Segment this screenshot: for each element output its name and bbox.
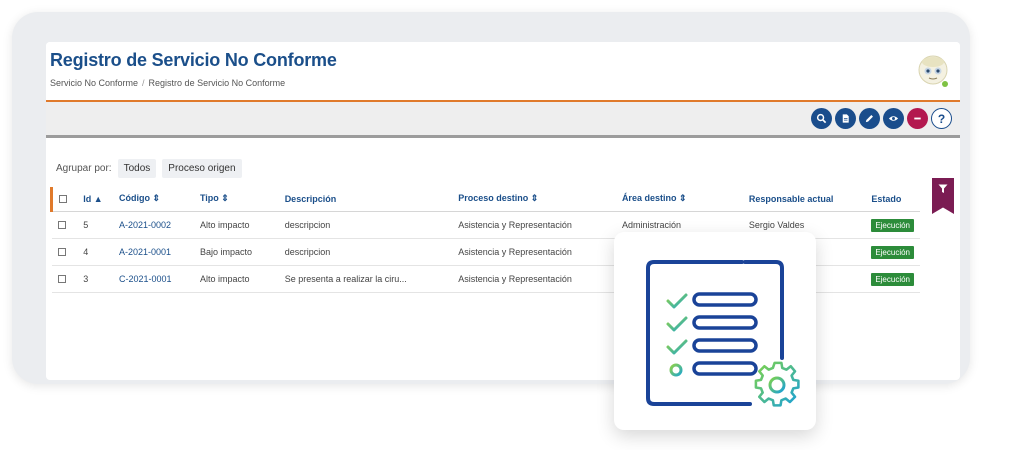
row-checkbox-cell[interactable]	[51, 211, 78, 239]
breadcrumb-link-servicio[interactable]: Servicio No Conforme	[50, 78, 138, 88]
cell-codigo[interactable]: A-2021-0001	[112, 238, 194, 266]
cell-codigo[interactable]: A-2021-0002	[112, 211, 194, 239]
remove-button[interactable]	[907, 108, 928, 129]
cell-proceso: Asistencia y Representación	[452, 265, 616, 293]
checklist-gear-icon	[646, 260, 800, 407]
page-title: Registro de Servicio No Conforme	[50, 50, 337, 70]
col-tipo[interactable]: Tipo ⇕	[193, 187, 279, 212]
page-header: Registro de Servicio No Conforme Servici…	[46, 42, 960, 102]
col-descripcion: Descripción	[278, 187, 453, 212]
row-checkbox[interactable]	[57, 248, 66, 257]
group-by-todos[interactable]: Todos	[117, 159, 157, 178]
select-all-checkbox[interactable]	[59, 195, 67, 204]
col-area-destino[interactable]: Área destino ⇕	[615, 187, 743, 212]
select-all-header[interactable]	[50, 187, 78, 212]
remove-icon	[914, 117, 921, 120]
cell-estado: Ejecución	[865, 211, 920, 239]
document-button[interactable]	[835, 108, 856, 129]
table-header-row: Id ▲ Código ⇕ Tipo ⇕ Descripción Proceso…	[50, 187, 920, 212]
filter-icon	[938, 184, 948, 193]
cell-descripcion: Se presenta a realizar la ciru...	[278, 265, 453, 293]
status-badge: Ejecución	[871, 218, 914, 232]
row-checkbox[interactable]	[57, 221, 66, 230]
group-by-bar: Agrupar por: Todos Proceso origen	[56, 159, 242, 178]
cell-codigo[interactable]: C-2021-0001	[112, 265, 194, 293]
cell-id: 4	[77, 238, 113, 266]
breadcrumb-separator: /	[142, 78, 145, 88]
cell-descripcion: descripcion	[278, 238, 453, 266]
breadcrumb: Servicio No Conforme / Registro de Servici…	[50, 78, 285, 88]
col-estado: Estado	[865, 187, 920, 212]
edit-icon	[865, 115, 873, 123]
toolbar: ?	[46, 102, 960, 138]
col-responsable: Responsable actual	[742, 187, 866, 212]
group-by-proceso-origen[interactable]: Proceso origen	[162, 159, 242, 178]
row-checkbox-cell[interactable]	[51, 238, 78, 266]
cell-id: 3	[77, 265, 113, 293]
view-icon	[888, 116, 899, 121]
cell-tipo: Alto impacto	[193, 265, 279, 293]
cell-proceso: Asistencia y Representación	[452, 211, 616, 239]
status-badge: Ejecución	[871, 272, 914, 286]
search-icon	[816, 113, 827, 124]
cell-descripcion: descripcion	[278, 211, 453, 239]
cell-tipo: Bajo impacto	[193, 238, 279, 266]
col-id[interactable]: Id ▲	[77, 187, 113, 212]
cell-id: 5	[77, 211, 113, 239]
view-button[interactable]	[883, 108, 904, 129]
col-codigo[interactable]: Código ⇕	[112, 187, 194, 212]
cell-estado: Ejecución	[865, 238, 920, 266]
checklist-illustration-card	[614, 232, 816, 430]
breadcrumb-current: Registro de Servicio No Conforme	[148, 78, 286, 88]
row-checkbox[interactable]	[57, 275, 66, 284]
app-screen: Registro de Servicio No Conforme Servici…	[46, 42, 960, 380]
cell-tipo: Alto impacto	[193, 211, 279, 239]
help-button[interactable]: ?	[931, 108, 952, 129]
search-button[interactable]	[811, 108, 832, 129]
row-checkbox-cell[interactable]	[51, 265, 78, 293]
status-badge: Ejecución	[871, 245, 914, 259]
group-by-label: Agrupar por:	[56, 163, 112, 174]
device-frame: Registro de Servicio No Conforme Servici…	[12, 12, 970, 384]
cell-proceso: Asistencia y Representación	[452, 238, 616, 266]
help-icon: ?	[937, 111, 946, 126]
document-icon	[842, 114, 849, 123]
col-proceso-destino[interactable]: Proceso destino ⇕	[452, 187, 616, 212]
edit-button[interactable]	[859, 108, 880, 129]
cell-estado: Ejecución	[865, 265, 920, 293]
user-avatar-icon	[918, 55, 948, 87]
avatar[interactable]	[918, 52, 950, 90]
